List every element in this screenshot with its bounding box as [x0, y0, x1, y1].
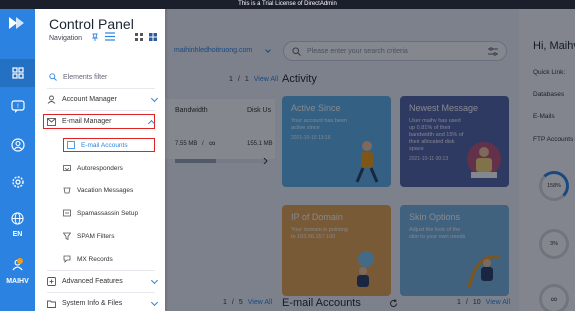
submenu-label: Vacation Messages	[77, 186, 134, 194]
system-info-label: System Info & Files	[62, 300, 123, 307]
submenu-label: E-mail Accounts	[81, 141, 128, 149]
large-grid-view-icon[interactable]	[149, 32, 157, 41]
submenu-spam-filters[interactable]: SPAM Filters	[63, 229, 158, 243]
emails-link[interactable]: E-Mails	[533, 113, 555, 120]
chevron-down-icon	[150, 94, 159, 103]
submenu-label: Autoresponders	[77, 164, 123, 172]
usage-gauge: ∞	[539, 284, 569, 311]
elements-filter-input[interactable]: Elements filter	[49, 70, 159, 84]
account-manager-label: Account Manager	[62, 96, 117, 103]
filter-icon	[63, 232, 71, 240]
account-manager-icon	[47, 95, 56, 104]
advanced-features-label: Advanced Features	[62, 278, 123, 285]
navigation-label: Navigation	[49, 35, 83, 42]
icon-rail: ! EN MAIHV	[0, 0, 35, 311]
submenu-vacation-messages[interactable]: Vacation Messages	[63, 183, 158, 197]
gauge-value: ∞	[550, 294, 558, 304]
settings-gear-icon[interactable]	[0, 168, 35, 196]
quick-link-label: Quick Link:	[533, 69, 566, 76]
mail-icon	[47, 117, 56, 126]
account-user-icon[interactable]	[0, 250, 35, 278]
panel-title: Control Panel	[49, 16, 134, 32]
advanced-features-icon	[47, 277, 56, 286]
divider	[47, 270, 155, 271]
chevron-down-icon	[150, 276, 159, 285]
ftp-accounts-link[interactable]: FTP Accounts	[533, 136, 573, 143]
account-manager-section[interactable]: Account Manager	[47, 92, 159, 107]
email-manager-label: E-mail Manager	[62, 118, 112, 125]
submenu-email-accounts[interactable]: E-mail Accounts	[63, 138, 155, 152]
search-icon	[49, 73, 57, 81]
submenu-spamassassin-setup[interactable]: Spamassassin Setup	[63, 206, 158, 220]
navigation-view-controls	[91, 32, 157, 41]
list-view-icon[interactable]	[105, 32, 115, 41]
globe-icon[interactable]	[0, 204, 35, 232]
divider	[47, 88, 155, 89]
chevron-up-icon	[147, 119, 156, 128]
navigation-panel: Control Panel Navigation Elements filter…	[35, 0, 165, 311]
notification-dot	[17, 258, 23, 264]
gauge-value: 158%	[546, 183, 562, 189]
directadmin-logo-icon[interactable]	[7, 13, 27, 33]
username-label[interactable]: MAIHV	[0, 278, 35, 285]
spam-setup-icon	[63, 209, 71, 217]
system-info-section[interactable]: System Info & Files	[47, 296, 159, 311]
submenu-label: SPAM Filters	[77, 232, 115, 240]
advanced-features-section[interactable]: Advanced Features	[47, 274, 159, 289]
language-label[interactable]: EN	[0, 231, 35, 238]
divider	[47, 292, 155, 293]
help-bubble-icon[interactable]: !	[0, 93, 35, 121]
divider	[47, 110, 155, 111]
trial-license-banner: This is a Trial License of DirectAdmin	[0, 0, 575, 9]
chevron-down-icon	[150, 298, 159, 307]
folder-icon	[47, 300, 56, 308]
mailbox-icon	[67, 141, 75, 149]
submenu-mx-records[interactable]: MX Records	[63, 252, 158, 266]
submenu-autoresponders[interactable]: Autoresponders	[63, 161, 158, 175]
submenu-label: MX Records	[77, 255, 113, 263]
pin-icon[interactable]	[91, 33, 99, 41]
autoresponder-icon	[63, 165, 71, 171]
usage-gauge: 3%	[539, 229, 569, 259]
email-manager-section[interactable]: E-mail Manager	[43, 114, 156, 129]
mx-record-icon	[63, 255, 71, 263]
databases-link[interactable]: Databases	[533, 91, 564, 98]
user-summary-content: Hi, Maihv Quick Link: Databases E-Mails …	[165, 9, 575, 311]
vacation-icon	[63, 187, 71, 194]
user-circle-icon[interactable]	[0, 131, 35, 159]
small-grid-view-icon[interactable]	[135, 32, 143, 41]
usage-gauge: 158%	[539, 171, 569, 201]
filter-placeholder: Elements filter	[63, 73, 108, 81]
submenu-label: Spamassassin Setup	[77, 209, 139, 217]
gauge-value: 3%	[550, 241, 558, 247]
greeting: Hi, Maihv	[533, 40, 575, 52]
dashboard-grid-icon[interactable]	[0, 59, 35, 87]
svg-text:!: !	[16, 103, 18, 110]
